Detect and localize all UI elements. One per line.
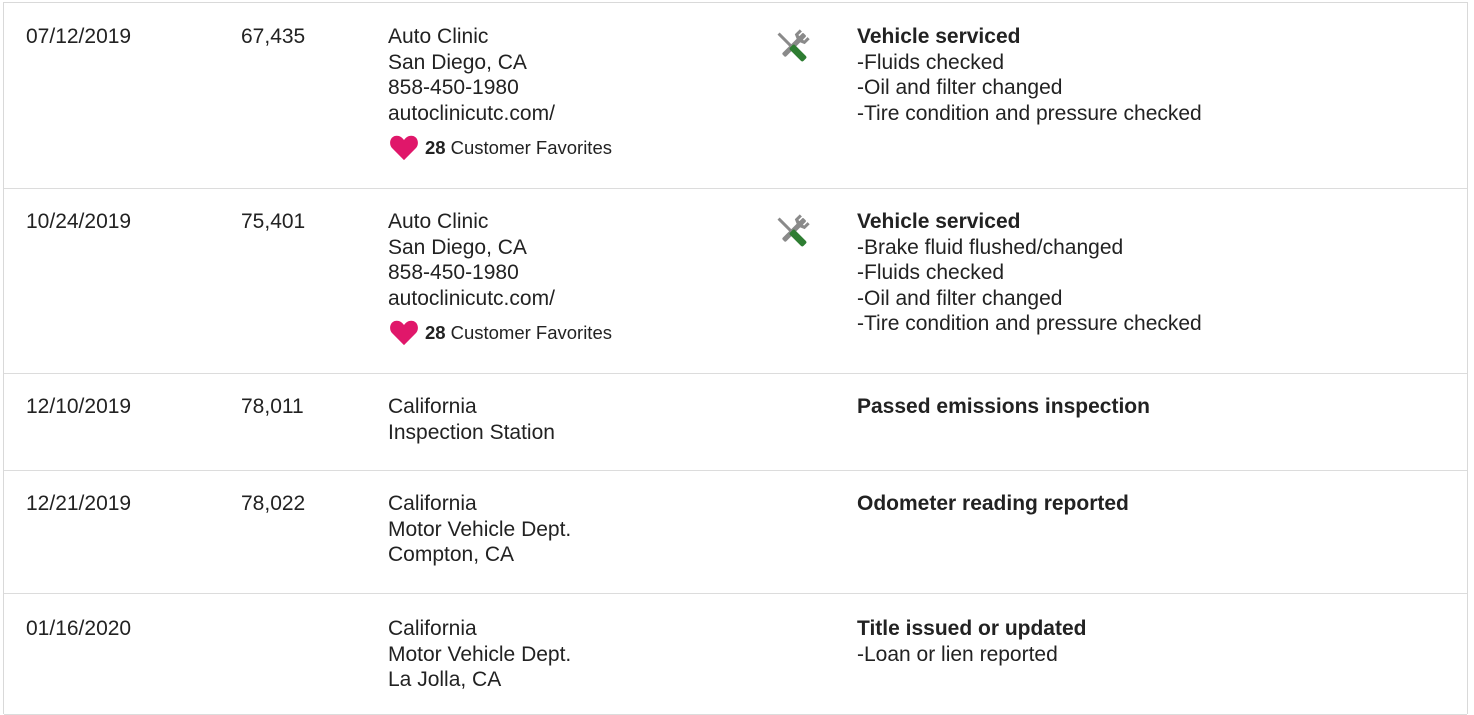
source-name: California	[388, 395, 477, 418]
favorites-label: Customer Favorites	[450, 136, 612, 158]
favorites-count: 28	[425, 321, 446, 343]
mileage: 75,401	[241, 210, 306, 233]
service-tools-icon	[777, 214, 810, 247]
source-info: California Motor Vehicle Dept. La Jolla,…	[388, 616, 571, 693]
table-row: 12/10/2019 78,011 California Inspection …	[4, 374, 1467, 471]
source-name: Auto Clinic	[388, 210, 489, 233]
event-details: Title issued or updated -Loan or lien re…	[857, 616, 1086, 667]
favorites-count: 28	[425, 136, 446, 158]
service-tools-icon	[777, 29, 810, 62]
detail-item: -Loan or lien reported	[857, 642, 1058, 666]
table-row: 10/24/2019 75,401 Auto Clinic San Diego,…	[4, 189, 1467, 374]
heart-icon	[390, 320, 418, 346]
event-title: Vehicle serviced	[857, 210, 1021, 233]
detail-item: -Tire condition and pressure checked	[857, 312, 1202, 335]
source-location: San Diego, CA	[388, 50, 527, 74]
event-title: Passed emissions inspection	[857, 395, 1150, 418]
source-location: San Diego, CA	[388, 235, 527, 259]
source-name: California	[388, 617, 477, 640]
source-website-link[interactable]: autoclinicutc.com/	[388, 286, 612, 312]
service-date: 12/21/2019	[26, 492, 132, 515]
table-row: 01/16/2020 California Motor Vehicle Dept…	[4, 594, 1467, 715]
event-details: Vehicle serviced -Brake fluid flushed/ch…	[857, 209, 1202, 337]
source-website-link[interactable]: autoclinicutc.com/	[388, 101, 612, 127]
source-location: Compton, CA	[388, 543, 515, 566]
mileage: 78,022	[241, 492, 306, 515]
detail-item: -Brake fluid flushed/changed	[857, 235, 1124, 259]
vehicle-history-table: 07/12/2019 67,435 Auto Clinic San Diego,…	[3, 2, 1468, 715]
source-department: Motor Vehicle Dept.	[388, 642, 572, 666]
customer-favorites[interactable]: 28 Customer Favorites	[388, 319, 612, 346]
source-name: California	[388, 492, 477, 515]
event-title: Odometer reading reported	[857, 492, 1129, 515]
table-row: 12/21/2019 78,022 California Motor Vehic…	[4, 471, 1467, 594]
favorites-label: Customer Favorites	[450, 321, 612, 343]
table-row: 07/12/2019 67,435 Auto Clinic San Diego,…	[4, 3, 1467, 189]
service-date: 07/12/2019	[26, 25, 132, 48]
detail-item: -Fluids checked	[857, 50, 1005, 74]
service-date: 10/24/2019	[26, 210, 132, 233]
mileage: 67,435	[241, 25, 306, 48]
detail-item: -Oil and filter changed	[857, 76, 1063, 99]
event-title: Title issued or updated	[857, 617, 1087, 640]
mileage: 78,011	[241, 395, 304, 418]
source-name: Auto Clinic	[388, 25, 489, 48]
source-phone[interactable]: 858-450-1980	[388, 75, 612, 101]
source-department: Motor Vehicle Dept.	[388, 517, 572, 541]
source-info: Auto Clinic San Diego, CA 858-450-1980 a…	[388, 24, 612, 161]
source-info: California Motor Vehicle Dept. Compton, …	[388, 491, 571, 568]
heart-icon	[390, 135, 418, 161]
customer-favorites[interactable]: 28 Customer Favorites	[388, 134, 612, 161]
source-location: Inspection Station	[388, 420, 555, 444]
service-date: 12/10/2019	[26, 395, 132, 418]
detail-item: -Tire condition and pressure checked	[857, 101, 1202, 125]
source-info: Auto Clinic San Diego, CA 858-450-1980 a…	[388, 209, 612, 346]
detail-item: -Oil and filter changed	[857, 286, 1063, 310]
event-details: Odometer reading reported	[857, 491, 1129, 517]
service-date: 01/16/2020	[26, 617, 132, 640]
source-phone[interactable]: 858-450-1980	[388, 260, 612, 286]
event-details: Vehicle serviced -Fluids checked -Oil an…	[857, 24, 1202, 126]
event-title: Vehicle serviced	[857, 25, 1021, 48]
event-details: Passed emissions inspection	[857, 394, 1150, 420]
detail-item: -Fluids checked	[857, 261, 1005, 284]
source-location: La Jolla, CA	[388, 668, 502, 691]
source-info: California Inspection Station	[388, 394, 555, 445]
